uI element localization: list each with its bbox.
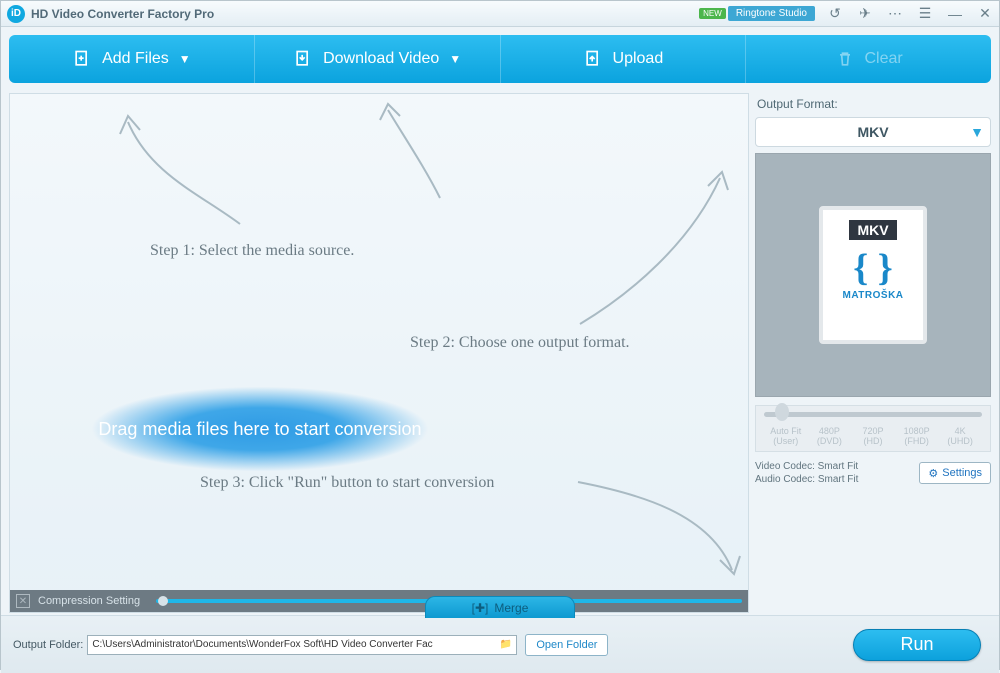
arrow-1-icon xyxy=(100,104,260,234)
format-card: MKV { } MATROŠKA xyxy=(819,206,927,344)
output-format-label: Output Format: xyxy=(755,93,991,117)
add-files-label: Add Files xyxy=(102,50,169,68)
chevron-down-icon: ▼ xyxy=(449,52,461,66)
bottom-bar: [✚] Merge Output Folder: C:\Users\Admini… xyxy=(1,615,999,673)
upload-label: Upload xyxy=(613,50,664,68)
output-folder-field[interactable]: C:\Users\Administrator\Documents\WonderF… xyxy=(87,635,517,655)
clear-button[interactable]: Clear xyxy=(746,35,991,83)
form-icon[interactable]: ☰ xyxy=(917,6,933,22)
content-area: Step 1: Select the media source. Step 2:… xyxy=(1,91,999,615)
res-720p: 720P(HD) xyxy=(851,427,895,447)
resolution-bar: Auto Fit(User) 480P(DVD) 720P(HD) 1080P(… xyxy=(755,405,991,452)
output-format-preview[interactable]: MKV { } MATROŠKA xyxy=(755,153,991,397)
output-sidebar: Output Format: MKV ▼ MKV { } MATROŠKA Au… xyxy=(755,93,991,613)
drop-canvas[interactable]: Step 1: Select the media source. Step 2:… xyxy=(9,93,749,613)
close-icon[interactable]: ✕ xyxy=(977,6,993,22)
output-folder-label: Output Folder: xyxy=(13,639,83,651)
add-files-button[interactable]: Add Files ▼ xyxy=(9,35,255,83)
open-folder-button[interactable]: Open Folder xyxy=(525,634,608,656)
res-4k: 4K(UHD) xyxy=(938,427,982,447)
resolution-labels: Auto Fit(User) 480P(DVD) 720P(HD) 1080P(… xyxy=(764,427,982,447)
arrow-2a-icon xyxy=(370,98,460,208)
compression-label: Compression Setting xyxy=(38,595,140,607)
app-title: HD Video Converter Factory Pro xyxy=(31,7,699,21)
ringtone-studio-button[interactable]: Ringtone Studio xyxy=(728,6,815,21)
title-bar: iD HD Video Converter Factory Pro NEW Ri… xyxy=(1,1,999,27)
resolution-pin-icon[interactable] xyxy=(775,403,789,421)
window-controls: ↺ ✈ ⋯ ☰ — ✕ xyxy=(827,6,993,22)
upload-icon xyxy=(583,49,603,69)
audio-codec: Audio Codec: Smart Fit xyxy=(755,473,858,487)
output-format-select[interactable]: MKV ▼ xyxy=(755,117,991,147)
res-1080p: 1080P(FHD) xyxy=(895,427,939,447)
send-icon[interactable]: ✈ xyxy=(857,6,873,22)
step3-text: Step 3: Click "Run" button to start conv… xyxy=(200,474,494,492)
merge-button[interactable]: [✚] Merge xyxy=(425,596,575,618)
download-video-label: Download Video xyxy=(323,50,439,68)
add-file-icon xyxy=(72,49,92,69)
app-logo-icon: iD xyxy=(7,5,25,23)
new-badge: NEW xyxy=(699,8,726,19)
merge-label: Merge xyxy=(494,601,528,615)
download-icon xyxy=(293,49,313,69)
minimize-icon[interactable]: — xyxy=(947,6,963,22)
arrow-3-icon xyxy=(570,474,750,584)
format-card-title: MKV xyxy=(849,220,896,240)
compression-bar: ✕ Compression Setting xyxy=(10,590,748,612)
settings-label: Settings xyxy=(942,467,982,479)
chevron-down-icon: ▼ xyxy=(970,124,984,140)
run-label: Run xyxy=(900,634,933,655)
gear-icon: ⚙ xyxy=(928,467,938,480)
run-button[interactable]: Run xyxy=(853,629,981,661)
merge-icon: [✚] xyxy=(472,601,489,615)
res-autofit: Auto Fit(User) xyxy=(764,427,808,447)
matroska-icon: { } xyxy=(853,246,892,290)
browse-folder-icon[interactable]: 📁 xyxy=(500,639,512,650)
format-card-subtitle: MATROŠKA xyxy=(842,290,903,301)
codec-info: Video Codec: Smart Fit Audio Codec: Smar… xyxy=(755,460,858,487)
output-format-value: MKV xyxy=(857,124,888,140)
step2-text: Step 2: Choose one output format. xyxy=(410,334,630,352)
slider-knob[interactable] xyxy=(158,596,168,606)
res-480p: 480P(DVD) xyxy=(808,427,852,447)
trash-icon xyxy=(835,49,855,69)
feedback-icon[interactable]: ⋯ xyxy=(887,6,903,22)
resolution-slider[interactable] xyxy=(764,412,982,417)
settings-button[interactable]: ⚙ Settings xyxy=(919,462,991,484)
compression-close-icon[interactable]: ✕ xyxy=(16,594,30,608)
step1-text: Step 1: Select the media source. xyxy=(150,242,354,260)
codec-row: Video Codec: Smart Fit Audio Codec: Smar… xyxy=(755,460,991,487)
download-video-button[interactable]: Download Video ▼ xyxy=(255,35,501,83)
arrow-2b-icon xyxy=(570,164,740,334)
clear-label: Clear xyxy=(865,50,903,68)
undo-icon[interactable]: ↺ xyxy=(827,6,843,22)
chevron-down-icon: ▼ xyxy=(179,52,191,66)
output-folder-path: C:\Users\Administrator\Documents\WonderF… xyxy=(92,639,432,650)
main-toolbar: Add Files ▼ Download Video ▼ Upload Clea… xyxy=(9,35,991,83)
upload-button[interactable]: Upload xyxy=(501,35,747,83)
video-codec: Video Codec: Smart Fit xyxy=(755,460,858,474)
drag-hint: Drag media files here to start conversio… xyxy=(60,374,460,484)
